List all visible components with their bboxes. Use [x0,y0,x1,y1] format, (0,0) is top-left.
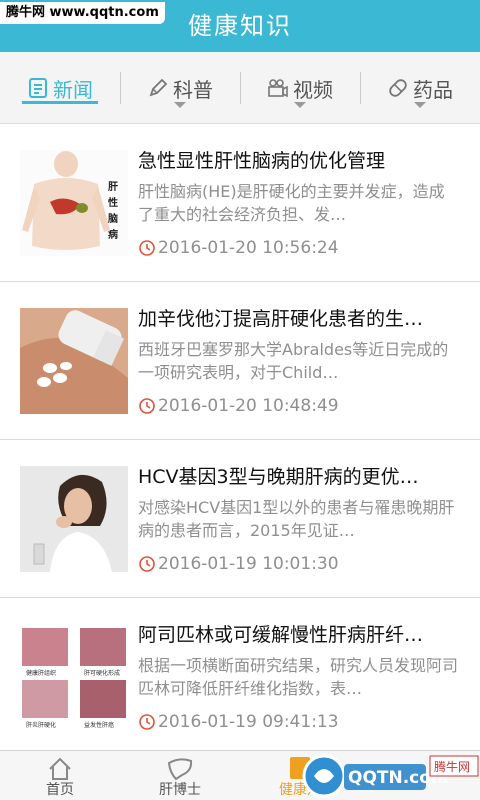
tab-science-label: 科普 [173,77,213,102]
chevron-down-icon [414,102,426,108]
category-tabs: 新闻 科普 视频 药品 [0,52,480,124]
article-thumbnail-woman [20,466,128,572]
chevron-down-icon [294,102,306,108]
article-item[interactable]: 健康肝组织 肝可硬化形成 肝炎肝硬化 益发性肝癌 阿司匹林或可缓解慢性肝病肝纤…… [0,598,480,750]
tab-video[interactable]: 视频 [240,52,360,124]
tab-medicine[interactable]: 药品 [360,52,480,124]
thumb-label-3: 脑 [108,212,118,225]
article-timestamp: 2016-01-19 10:01:30 [158,554,339,574]
clock-icon [139,556,155,572]
tab-medicine-label: 药品 [413,77,453,102]
tab-science[interactable]: 科普 [120,52,240,124]
thumb-caption: 肝炎肝硬化 [26,721,56,729]
article-time: 2016-01-19 10:01:30 [138,554,339,574]
article-timestamp: 2016-01-20 10:56:24 [158,238,339,258]
nav-liver-doctor[interactable]: 肝博士 [130,751,230,800]
news-icon [29,78,47,98]
chevron-down-icon [174,102,186,108]
watermark-bottom-badge: 腾牛网 [434,759,470,774]
article-title: 加辛伐他汀提高肝硬化患者的生… [138,308,424,330]
article-item[interactable]: 加辛伐他汀提高肝硬化患者的生… 西班牙巴塞罗那大学Abraldes等近日完成的一… [0,282,480,440]
clock-icon [139,714,155,730]
article-title: 急性显性肝性脑病的优化管理 [138,150,386,172]
article-summary: 对感染HCV基因1型以外的患者与罹患晚期肝病的患者而言，2015年见证… [138,498,455,540]
article-thumbnail-tissue: 健康肝组织 肝可硬化形成 肝炎肝硬化 益发性肝癌 [20,624,128,730]
article-summary: 肝性脑病(HE)是肝硬化的主要并发症，造成了重大的社会经济负担、发… [138,182,445,224]
article-time: 2016-01-20 10:56:24 [138,238,339,258]
thumb-caption: 健康肝组织 [26,669,56,677]
nav-liver-doctor-label: 肝博士 [159,782,201,798]
clock-icon [139,398,155,414]
video-camera-icon [268,79,288,98]
article-summary: 西班牙巴塞罗那大学Abraldes等近日完成的一项研究表明，对于Child… [138,340,449,382]
thumb-label-1: 肝 [108,181,118,193]
article-summary: 根据一项横断面研究结果，研究人员发现阿司匹林可降低肝纤维化指数，表… [138,656,459,698]
article-item[interactable]: 肝 性 脑 病 急性显性肝性脑病的优化管理 肝性脑病(HE)是肝硬化的主要并发症… [0,124,480,282]
nav-home[interactable]: 首页 [10,751,110,800]
tab-active-indicator [22,101,98,104]
watermark-bottom: QQTN.com 腾牛网 [302,754,479,798]
pill-icon [389,79,407,97]
tab-news[interactable]: 新闻 [0,52,120,124]
tab-video-label: 视频 [293,77,333,102]
nav-home-label: 首页 [46,782,74,798]
thumb-label-4: 病 [108,228,118,241]
article-thumbnail-pills [20,308,128,414]
watermark-top: 腾牛网 www.qqtn.com [0,2,165,24]
article-title: 阿司匹林或可缓解慢性肝病肝纤… [138,624,424,646]
article-item[interactable]: HCV基因3型与晚期肝病的更优… 对感染HCV基因1型以外的患者与罹患晚期肝病的… [0,440,480,598]
article-title: HCV基因3型与晚期肝病的更优… [138,466,419,488]
article-timestamp: 2016-01-20 10:48:49 [158,396,339,416]
tab-news-label: 新闻 [53,77,93,102]
clock-icon [139,240,155,256]
article-time: 2016-01-19 09:41:13 [138,712,339,732]
article-thumbnail-liver-body: 肝 性 脑 病 [20,150,128,256]
thumb-label-2: 性 [107,196,118,209]
article-timestamp: 2016-01-19 09:41:13 [158,712,339,732]
article-time: 2016-01-20 10:48:49 [138,396,339,416]
thumb-caption: 肝可硬化形成 [84,669,120,677]
pencil-icon [149,78,168,97]
thumb-caption: 益发性肝癌 [84,721,114,729]
